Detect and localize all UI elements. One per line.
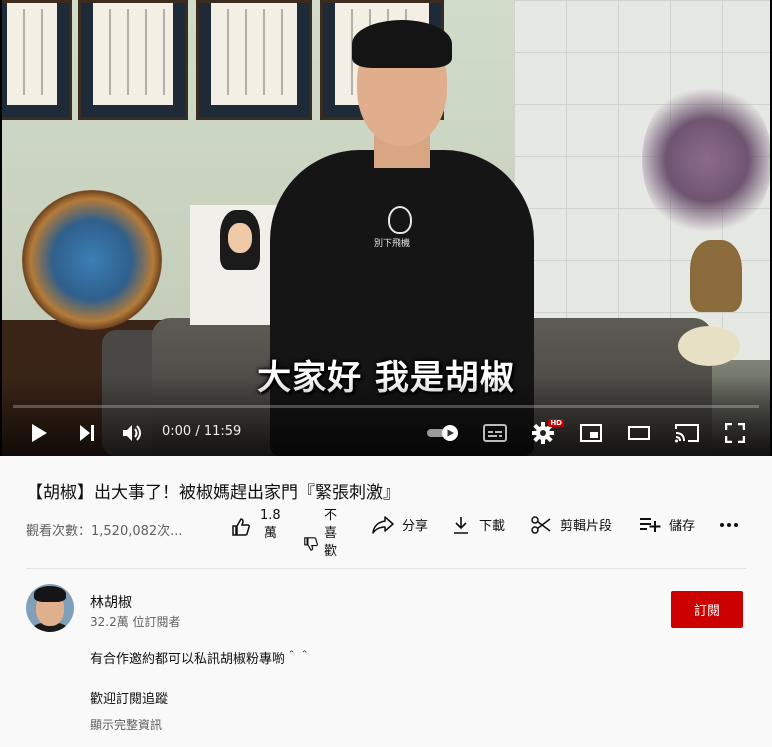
anime-figurine — [22, 190, 162, 330]
progress-bar[interactable] — [13, 405, 759, 408]
download-button[interactable]: 下載 — [453, 515, 505, 534]
captions-icon — [483, 424, 507, 442]
autoplay-toggle[interactable] — [424, 415, 464, 451]
show-more-link[interactable]: 顯示完整資訊 — [90, 716, 162, 733]
download-icon — [454, 516, 468, 534]
theater-mode-icon — [628, 426, 650, 440]
calligraphy-scroll — [196, 0, 312, 120]
channel-avatar[interactable] — [26, 584, 74, 632]
settings-button[interactable]: HD — [526, 415, 564, 451]
video-player[interactable]: 別下飛機 大家好 我是胡椒 0:00 / 11:59 — [0, 0, 772, 456]
autoplay-toggle-icon — [427, 425, 458, 441]
play-icon — [32, 424, 47, 442]
shirt-text: 別下飛機 — [374, 239, 411, 249]
dislike-label-1: 不 — [324, 508, 338, 523]
save-button[interactable]: 儲存 — [639, 515, 695, 534]
channel-name[interactable]: 林胡椒 — [90, 592, 132, 612]
scissors-icon — [531, 515, 551, 534]
playlist-add-icon — [640, 517, 661, 532]
description-line: 有合作邀約都可以私訊胡椒粉專喲＾＾ — [90, 652, 312, 667]
time-display: 0:00 / 11:59 — [162, 424, 242, 439]
description-line: 歡迎訂閱追蹤 — [90, 692, 169, 707]
volume-button[interactable] — [116, 415, 150, 451]
dislike-button[interactable]: 不 喜 歡 — [304, 507, 337, 561]
divider — [26, 568, 746, 569]
cast-icon — [675, 424, 699, 443]
fullscreen-icon — [725, 423, 745, 443]
shirt-logo — [388, 206, 412, 234]
dislike-label-2: 喜 — [324, 526, 338, 541]
hd-badge: HD — [548, 419, 564, 427]
next-button[interactable] — [70, 415, 104, 451]
person-hair — [352, 20, 452, 68]
next-icon — [80, 425, 94, 441]
volume-icon — [123, 425, 141, 441]
youtube-watch-page: 別下飛機 大家好 我是胡椒 0:00 / 11:59 — [0, 0, 772, 747]
more-horiz-icon — [720, 523, 738, 527]
clip-button[interactable]: 剪輯片段 — [531, 515, 612, 534]
cast-button[interactable] — [670, 415, 704, 451]
play-button[interactable] — [22, 415, 56, 451]
subscribe-button[interactable]: 訂閱 — [671, 591, 743, 628]
dried-flowers — [642, 80, 770, 240]
download-label: 下載 — [479, 519, 506, 534]
save-label: 儲存 — [669, 519, 696, 534]
vase — [690, 240, 742, 312]
like-count: 1.8 — [260, 508, 281, 523]
calligraphy-scroll — [2, 0, 72, 120]
captions-button[interactable] — [478, 415, 512, 451]
video-title: 【胡椒】出大事了！被椒媽趕出家門『緊張刺激』 — [26, 483, 400, 503]
miniplayer-icon — [580, 424, 602, 442]
miniplayer-button[interactable] — [574, 415, 608, 451]
share-icon — [372, 515, 394, 534]
share-button[interactable]: 分享 — [372, 515, 428, 534]
thumbs-up-icon — [232, 518, 250, 536]
clip-label: 剪輯片段 — [560, 519, 613, 534]
share-label: 分享 — [402, 519, 429, 534]
player-controls: 0:00 / 11:59 HD — [0, 415, 772, 451]
thumbs-down-icon — [304, 537, 318, 551]
calligraphy-scroll — [78, 0, 188, 120]
like-button[interactable]: 1.8 萬 — [232, 507, 281, 543]
fullscreen-button[interactable] — [718, 415, 752, 451]
dislike-label-3: 歡 — [324, 544, 338, 559]
theater-mode-button[interactable] — [622, 415, 656, 451]
view-count[interactable]: 觀看次數：1,520,082次... — [26, 520, 183, 539]
like-count-unit: 萬 — [263, 526, 277, 541]
subscriber-count: 32.2萬 位訂閱者 — [90, 615, 181, 629]
more-actions-button[interactable] — [720, 518, 738, 532]
